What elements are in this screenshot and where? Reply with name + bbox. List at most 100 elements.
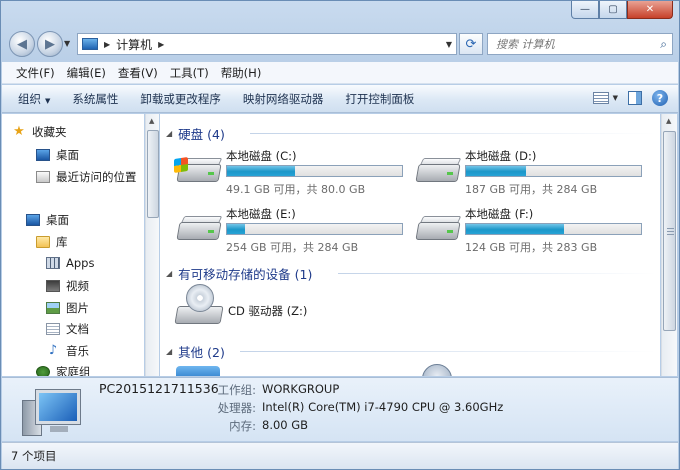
nav-video[interactable]: 视频 xyxy=(46,278,89,294)
capacity-bar xyxy=(226,223,403,235)
scroll-up-icon[interactable]: ▲ xyxy=(666,117,671,125)
refresh-icon: ⟳ xyxy=(465,36,477,52)
nav-music[interactable]: ♪ 音乐 xyxy=(46,343,89,359)
capacity-fill xyxy=(466,224,564,234)
nav-favorites[interactable]: ★ 收藏夹 xyxy=(12,124,67,140)
search-icon[interactable]: ⌕ xyxy=(660,37,667,52)
nav-documents[interactable]: 文档 xyxy=(46,321,89,337)
drive-name: 本地磁盘 (D:) xyxy=(465,149,537,163)
address-history-dropdown-icon[interactable]: ▼ xyxy=(446,40,452,49)
address-row: ◀ ▶ ▼ ▶ 计算机 ▶ ▼ ⟳ ⌕ xyxy=(1,29,680,59)
drive-free-space: 124 GB 可用，共 283 GB xyxy=(465,241,598,254)
nav-desktop-label: 桌面 xyxy=(46,213,69,227)
organize-label: 组织 xyxy=(18,91,41,106)
nav-recent-places[interactable]: 最近访问的位置 xyxy=(36,169,137,185)
drive-free-space: 49.1 GB 可用，共 80.0 GB xyxy=(226,183,366,196)
nav-pictures-label: 图片 xyxy=(66,301,89,315)
menu-view[interactable]: 查看(V) xyxy=(112,65,164,81)
video-library-icon xyxy=(46,280,60,292)
uninstall-program-button[interactable]: 卸载或更改程序 xyxy=(140,91,221,107)
drive-f[interactable]: 本地磁盘 (F:) 124 GB 可用，共 283 GB xyxy=(415,206,645,256)
nav-libraries[interactable]: 库 xyxy=(36,234,68,250)
device-icon[interactable] xyxy=(422,364,452,376)
content-scrollbar[interactable]: ▲ xyxy=(661,114,677,376)
section-hard-drives[interactable]: ◢ 硬盘 (4) xyxy=(166,124,225,143)
collapse-triangle-icon[interactable]: ◢ xyxy=(166,129,172,138)
organize-button[interactable]: 组织 ▼ xyxy=(18,91,50,107)
nav-pictures[interactable]: 图片 xyxy=(46,300,89,316)
nav-apps-label: Apps xyxy=(66,256,95,270)
breadcrumb-separator-icon[interactable]: ▶ xyxy=(158,40,164,49)
homegroup-icon xyxy=(36,366,50,376)
nav-fav-desktop[interactable]: 桌面 xyxy=(36,147,79,163)
scroll-up-icon[interactable]: ▲ xyxy=(149,117,154,125)
nav-favorites-label: 收藏夹 xyxy=(32,125,67,139)
section-other[interactable]: ◢ 其他 (2) xyxy=(166,342,225,361)
nav-homegroup-label: 家庭组 xyxy=(56,365,91,376)
cd-drive-icon[interactable] xyxy=(174,284,226,332)
organize-dropdown-icon: ▼ xyxy=(45,96,51,105)
minimize-button[interactable]: — xyxy=(571,1,599,19)
status-bar: 7 个项目 xyxy=(2,442,678,469)
details-pane: PC2015121711536 工作组: WORKGROUP 处理器: Inte… xyxy=(2,377,678,441)
content-scroll-thumb[interactable] xyxy=(663,131,676,331)
menu-tools[interactable]: 工具(T) xyxy=(164,65,215,81)
back-button[interactable]: ◀ xyxy=(9,31,35,57)
nav-recent-label: 最近访问的位置 xyxy=(56,170,137,184)
drive-e[interactable]: 本地磁盘 (E:) 254 GB 可用，共 284 GB xyxy=(176,206,406,256)
section-divider xyxy=(338,273,656,274)
hard-drive-icon xyxy=(176,214,223,242)
capacity-fill xyxy=(466,166,526,176)
section-removable[interactable]: ◢ 有可移动存储的设备 (1) xyxy=(166,264,312,283)
collapse-triangle-icon[interactable]: ◢ xyxy=(166,347,172,356)
forward-button[interactable]: ▶ xyxy=(37,31,63,57)
refresh-button[interactable]: ⟳ xyxy=(459,33,483,55)
nav-libraries-label: 库 xyxy=(56,235,68,249)
nav-scrollbar[interactable]: ▲ xyxy=(145,114,159,376)
back-arrow-icon: ◀ xyxy=(17,36,27,52)
cpu-label: 处理器: xyxy=(217,401,256,415)
library-folder-icon xyxy=(36,236,50,248)
menu-help[interactable]: 帮助(H) xyxy=(215,65,268,81)
section-other-title: 其他 (2) xyxy=(178,345,225,360)
view-tools: ▼ ? xyxy=(592,90,668,106)
capacity-fill xyxy=(227,224,245,234)
open-control-panel-button[interactable]: 打开控制面板 xyxy=(345,91,414,107)
nav-apps[interactable]: Apps xyxy=(46,256,94,270)
item-count: 7 个项目 xyxy=(11,449,57,463)
search-input[interactable] xyxy=(496,37,646,51)
cd-drive-name[interactable]: CD 驱动器 (Z:) xyxy=(228,303,307,319)
drive-d[interactable]: 本地磁盘 (D:) 187 GB 可用，共 284 GB xyxy=(415,148,645,198)
menu-file[interactable]: 文件(F) xyxy=(10,65,61,81)
close-button[interactable]: ✕ xyxy=(627,1,673,19)
nav-fav-desktop-label: 桌面 xyxy=(56,148,79,162)
map-network-drive-button[interactable]: 映射网络驱动器 xyxy=(243,91,324,107)
star-icon: ★ xyxy=(13,124,25,139)
preview-pane-icon[interactable] xyxy=(628,91,642,105)
nav-desktop[interactable]: 桌面 xyxy=(26,212,69,228)
section-divider xyxy=(240,351,656,352)
forward-arrow-icon: ▶ xyxy=(45,36,55,52)
view-dropdown-icon[interactable]: ▼ xyxy=(613,94,618,102)
address-bar[interactable]: ▶ 计算机 ▶ ▼ xyxy=(77,33,457,55)
hard-drive-icon xyxy=(174,156,223,184)
change-view-icon[interactable] xyxy=(592,92,609,104)
section-removable-title: 有可移动存储的设备 (1) xyxy=(178,267,313,282)
system-properties-button[interactable]: 系统属性 xyxy=(72,91,118,107)
collapse-triangle-icon[interactable]: ◢ xyxy=(166,269,172,278)
maximize-button[interactable]: ▢ xyxy=(599,1,627,19)
breadcrumb-computer[interactable]: 计算机 xyxy=(116,36,152,53)
menu-bar: 文件(F) 编辑(E) 查看(V) 工具(T) 帮助(H) xyxy=(2,62,678,84)
network-icon[interactable] xyxy=(176,366,220,376)
breadcrumb-separator-icon[interactable]: ▶ xyxy=(104,40,110,49)
recent-pages-dropdown-icon[interactable]: ▼ xyxy=(64,39,70,48)
search-box[interactable]: ⌕ xyxy=(487,33,673,55)
menu-edit[interactable]: 编辑(E) xyxy=(61,65,112,81)
drive-c[interactable]: 本地磁盘 (C:) 49.1 GB 可用，共 80.0 GB xyxy=(174,148,406,198)
nav-homegroup[interactable]: 家庭组 xyxy=(36,364,91,376)
nav-scroll-thumb[interactable] xyxy=(147,130,159,218)
drive-name: 本地磁盘 (F:) xyxy=(465,207,534,221)
section-hard-drives-title: 硬盘 (4) xyxy=(178,127,225,142)
nav-music-label: 音乐 xyxy=(66,344,89,358)
help-icon[interactable]: ? xyxy=(652,90,668,106)
